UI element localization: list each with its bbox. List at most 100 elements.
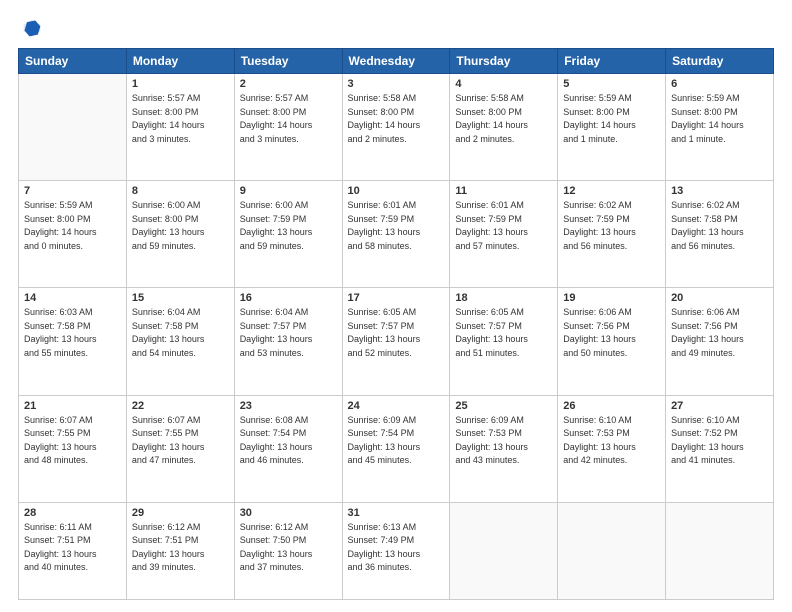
weekday-header-row: SundayMondayTuesdayWednesdayThursdayFrid…: [19, 49, 774, 74]
calendar-cell: 18Sunrise: 6:05 AMSunset: 7:57 PMDayligh…: [450, 288, 558, 395]
calendar-cell: 13 Sunrise: 6:02 AMSunset: 7:58 PMDayligh…: [666, 181, 774, 288]
day-info: Sunrise: 5:59 AMSunset: 8:00 PMDaylight:…: [24, 199, 121, 253]
day-info: Sunrise: 6:10 AMSunset: 7:53 PMDaylight:…: [563, 414, 660, 468]
day-number: 21: [24, 400, 121, 412]
day-number: 22: [132, 400, 229, 412]
calendar-cell: 1 Sunrise: 5:57 AMSunset: 8:00 PMDaylight…: [126, 74, 234, 181]
page: SundayMondayTuesdayWednesdayThursdayFrid…: [0, 0, 792, 612]
day-number: 31: [348, 507, 445, 519]
day-info: Sunrise: 6:02 AMSunset: 7:58 PMDaylight:…: [671, 199, 768, 253]
calendar-cell: 2Sunrise: 5:57 AMSunset: 8:00 PMDaylight…: [234, 74, 342, 181]
calendar-cell: 9 Sunrise: 6:00 AMSunset: 7:59 PMDaylight…: [234, 181, 342, 288]
day-number: 18: [455, 292, 552, 304]
calendar-cell: 22 Sunrise: 6:07 AMSunset: 7:55 PMDayligh…: [126, 395, 234, 502]
day-number: 8: [132, 185, 229, 197]
day-info: Sunrise: 5:59 AMSunset: 8:00 PMDaylight:…: [563, 92, 660, 146]
calendar-cell: 19 Sunrise: 6:06 AMSunset: 7:56 PMDayligh…: [558, 288, 666, 395]
day-info: Sunrise: 6:13 AMSunset: 7:49 PMDaylight:…: [348, 521, 445, 575]
day-number: 29: [132, 507, 229, 519]
calendar-cell: 31 Sunrise: 6:13 AMSunset: 7:49 PMDayligh…: [342, 502, 450, 599]
calendar-cell: 29Sunrise: 6:12 AMSunset: 7:51 PMDayligh…: [126, 502, 234, 599]
calendar-cell: 28 Sunrise: 6:11 AMSunset: 7:51 PMDayligh…: [19, 502, 127, 599]
day-number: 23: [240, 400, 337, 412]
weekday-sunday: Sunday: [19, 49, 127, 74]
logo: [18, 18, 44, 38]
calendar-cell: 4 Sunrise: 5:58 AMSunset: 8:00 PMDaylight…: [450, 74, 558, 181]
day-info: Sunrise: 6:10 AMSunset: 7:52 PMDaylight:…: [671, 414, 768, 468]
day-info: Sunrise: 5:58 AMSunset: 8:00 PMDaylight:…: [455, 92, 552, 146]
calendar-cell: 26Sunrise: 6:10 AMSunset: 7:53 PMDayligh…: [558, 395, 666, 502]
day-info: Sunrise: 6:04 AMSunset: 7:57 PMDaylight:…: [240, 306, 337, 360]
day-info: Sunrise: 6:07 AMSunset: 7:55 PMDaylight:…: [24, 414, 121, 468]
calendar-cell: 12 Sunrise: 6:02 AMSunset: 7:59 PMDayligh…: [558, 181, 666, 288]
day-info: Sunrise: 6:12 AMSunset: 7:50 PMDaylight:…: [240, 521, 337, 575]
calendar-cell: 30 Sunrise: 6:12 AMSunset: 7:50 PMDayligh…: [234, 502, 342, 599]
calendar-cell: 23 Sunrise: 6:08 AMSunset: 7:54 PMDayligh…: [234, 395, 342, 502]
day-number: 5: [563, 78, 660, 90]
calendar-cell: 16 Sunrise: 6:04 AMSunset: 7:57 PMDayligh…: [234, 288, 342, 395]
day-number: 27: [671, 400, 768, 412]
day-number: 24: [348, 400, 445, 412]
day-number: 13: [671, 185, 768, 197]
calendar-cell: 20 Sunrise: 6:06 AMSunset: 7:56 PMDayligh…: [666, 288, 774, 395]
calendar-cell: 11 Sunrise: 6:01 AMSunset: 7:59 PMDayligh…: [450, 181, 558, 288]
logo-icon: [22, 18, 42, 38]
day-info: Sunrise: 6:06 AMSunset: 7:56 PMDaylight:…: [671, 306, 768, 360]
day-info: Sunrise: 6:06 AMSunset: 7:56 PMDaylight:…: [563, 306, 660, 360]
weekday-tuesday: Tuesday: [234, 49, 342, 74]
day-number: 14: [24, 292, 121, 304]
day-info: Sunrise: 6:00 AMSunset: 7:59 PMDaylight:…: [240, 199, 337, 253]
day-info: Sunrise: 6:09 AMSunset: 7:53 PMDaylight:…: [455, 414, 552, 468]
day-info: Sunrise: 6:01 AMSunset: 7:59 PMDaylight:…: [455, 199, 552, 253]
weekday-saturday: Saturday: [666, 49, 774, 74]
header: [18, 18, 774, 38]
calendar-cell: 10 Sunrise: 6:01 AMSunset: 7:59 PMDayligh…: [342, 181, 450, 288]
calendar-cell: 25Sunrise: 6:09 AMSunset: 7:53 PMDayligh…: [450, 395, 558, 502]
calendar-cell: 15Sunrise: 6:04 AMSunset: 7:58 PMDayligh…: [126, 288, 234, 395]
day-number: 28: [24, 507, 121, 519]
week-row-3: 14 Sunrise: 6:03 AMSunset: 7:58 PMDayligh…: [19, 288, 774, 395]
calendar-cell: 6 Sunrise: 5:59 AMSunset: 8:00 PMDaylight…: [666, 74, 774, 181]
day-info: Sunrise: 5:58 AMSunset: 8:00 PMDaylight:…: [348, 92, 445, 146]
day-info: Sunrise: 6:09 AMSunset: 7:54 PMDaylight:…: [348, 414, 445, 468]
day-info: Sunrise: 5:59 AMSunset: 8:00 PMDaylight:…: [671, 92, 768, 146]
weekday-thursday: Thursday: [450, 49, 558, 74]
week-row-4: 21 Sunrise: 6:07 AMSunset: 7:55 PMDayligh…: [19, 395, 774, 502]
day-number: 11: [455, 185, 552, 197]
day-number: 17: [348, 292, 445, 304]
day-info: Sunrise: 5:57 AMSunset: 8:00 PMDaylight:…: [132, 92, 229, 146]
day-number: 12: [563, 185, 660, 197]
calendar-cell: 5 Sunrise: 5:59 AMSunset: 8:00 PMDaylight…: [558, 74, 666, 181]
day-number: 19: [563, 292, 660, 304]
day-number: 4: [455, 78, 552, 90]
day-info: Sunrise: 6:07 AMSunset: 7:55 PMDaylight:…: [132, 414, 229, 468]
day-number: 10: [348, 185, 445, 197]
day-info: Sunrise: 6:03 AMSunset: 7:58 PMDaylight:…: [24, 306, 121, 360]
day-info: Sunrise: 6:08 AMSunset: 7:54 PMDaylight:…: [240, 414, 337, 468]
day-number: 6: [671, 78, 768, 90]
day-number: 20: [671, 292, 768, 304]
weekday-monday: Monday: [126, 49, 234, 74]
day-number: 1: [132, 78, 229, 90]
day-number: 3: [348, 78, 445, 90]
day-info: Sunrise: 6:11 AMSunset: 7:51 PMDaylight:…: [24, 521, 121, 575]
calendar-table: SundayMondayTuesdayWednesdayThursdayFrid…: [18, 48, 774, 600]
calendar-cell: 3 Sunrise: 5:58 AMSunset: 8:00 PMDaylight…: [342, 74, 450, 181]
day-info: Sunrise: 5:57 AMSunset: 8:00 PMDaylight:…: [240, 92, 337, 146]
day-info: Sunrise: 6:04 AMSunset: 7:58 PMDaylight:…: [132, 306, 229, 360]
calendar-cell: 24 Sunrise: 6:09 AMSunset: 7:54 PMDayligh…: [342, 395, 450, 502]
calendar-cell: [558, 502, 666, 599]
day-info: Sunrise: 6:02 AMSunset: 7:59 PMDaylight:…: [563, 199, 660, 253]
weekday-wednesday: Wednesday: [342, 49, 450, 74]
calendar-cell: 14 Sunrise: 6:03 AMSunset: 7:58 PMDayligh…: [19, 288, 127, 395]
day-number: 30: [240, 507, 337, 519]
week-row-2: 7Sunrise: 5:59 AMSunset: 8:00 PMDaylight…: [19, 181, 774, 288]
week-row-5: 28 Sunrise: 6:11 AMSunset: 7:51 PMDayligh…: [19, 502, 774, 599]
day-info: Sunrise: 6:01 AMSunset: 7:59 PMDaylight:…: [348, 199, 445, 253]
day-info: Sunrise: 6:00 AMSunset: 8:00 PMDaylight:…: [132, 199, 229, 253]
calendar-cell: 8 Sunrise: 6:00 AMSunset: 8:00 PMDaylight…: [126, 181, 234, 288]
day-number: 9: [240, 185, 337, 197]
day-number: 16: [240, 292, 337, 304]
calendar-cell: [666, 502, 774, 599]
calendar-cell: [450, 502, 558, 599]
